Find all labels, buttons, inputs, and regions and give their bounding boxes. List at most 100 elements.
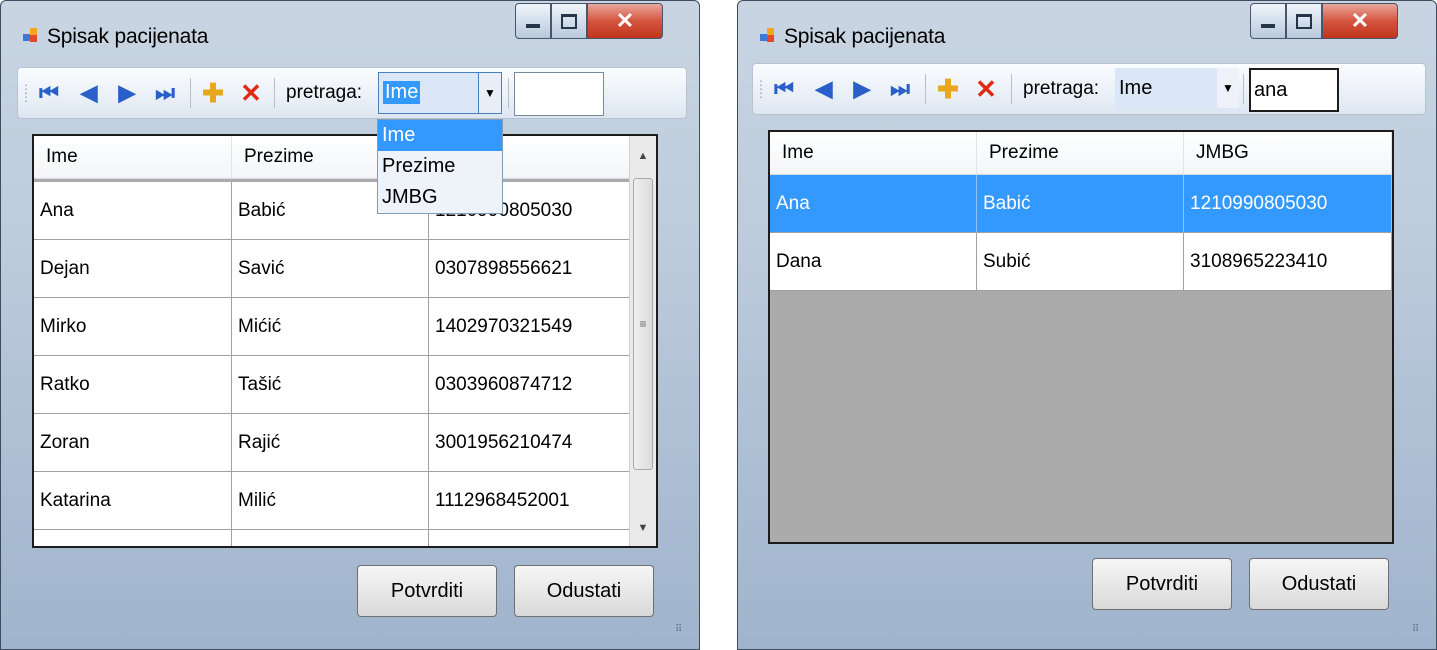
- column-header-ime[interactable]: Ime: [34, 136, 232, 178]
- confirm-button[interactable]: Potvrditi: [1092, 558, 1232, 610]
- combo-dropdown-list: Ime Prezime JMBG: [377, 119, 503, 214]
- table-row-selected[interactable]: Ana Babić 1210990805030: [770, 175, 1392, 233]
- left-window: Spisak pacijenata ✕ ⋮ ⋮ ⏮ ◀ ▶ ⏭ ✚ ✕ pretr…: [0, 0, 700, 650]
- cancel-button[interactable]: Odustati: [514, 565, 654, 617]
- table-row[interactable]: Mirko Mićić 1402970321549: [34, 298, 632, 356]
- column-header-jmbg[interactable]: JMBG: [1184, 132, 1392, 174]
- close-button[interactable]: ✕: [587, 3, 663, 39]
- table-row[interactable]: Zoran Rajić 3001956210474: [34, 414, 632, 472]
- table-row[interactable]: Ana Babić 1210990805030: [34, 182, 632, 240]
- patients-grid[interactable]: Ime Prezime JMBG Ana Babić 1210990805030…: [32, 134, 658, 548]
- toolbar-grip[interactable]: ⋮ ⋮: [20, 76, 32, 110]
- cell-ime[interactable]: Dana: [770, 233, 977, 291]
- search-label: pretraga:: [1023, 78, 1100, 99]
- add-new-icon[interactable]: ✚: [200, 76, 226, 110]
- maximize-icon: [561, 13, 577, 29]
- cell-jmbg[interactable]: 1210990805030: [1184, 175, 1392, 233]
- cell-jmbg[interactable]: 3001956210474: [429, 414, 632, 472]
- table-row[interactable]: Dejan Savić 0307898556621: [34, 240, 632, 298]
- delete-icon[interactable]: ✕: [238, 76, 264, 110]
- confirm-button[interactable]: Potvrditi: [357, 565, 497, 617]
- cell-ime[interactable]: Ana: [34, 182, 232, 240]
- minimize-button[interactable]: [515, 3, 551, 39]
- cell-jmbg[interactable]: 1112968452001: [429, 472, 632, 530]
- move-first-icon[interactable]: ⏮: [771, 72, 797, 106]
- add-new-icon[interactable]: ✚: [935, 72, 961, 106]
- grid-header: Ime Prezime JMBG: [34, 136, 632, 179]
- cell-ime[interactable]: Katarina: [34, 472, 232, 530]
- scroll-down-icon[interactable]: ▼: [630, 516, 656, 540]
- cell-ime[interactable]: Ana: [770, 175, 977, 233]
- cell-prezime[interactable]: Mićić: [232, 298, 429, 356]
- move-last-icon[interactable]: ⏭: [887, 72, 913, 106]
- move-previous-icon[interactable]: ◀: [76, 76, 102, 110]
- column-header-ime[interactable]: Ime: [770, 132, 977, 174]
- cell-jmbg[interactable]: 0307898556621: [429, 240, 632, 298]
- cell-jmbg[interactable]: [429, 530, 632, 546]
- toolbar-separator: [508, 78, 509, 108]
- caption-buttons: ✕: [515, 3, 663, 41]
- table-row[interactable]: Dana Subić 3108965223410: [770, 233, 1392, 291]
- cell-prezime[interactable]: Milić: [232, 472, 429, 530]
- cell-prezime[interactable]: Subić: [977, 233, 1184, 291]
- scroll-thumb[interactable]: ≡: [633, 178, 653, 470]
- cell-jmbg[interactable]: 3108965223410: [1184, 233, 1392, 291]
- move-previous-icon[interactable]: ◀: [811, 72, 837, 106]
- move-last-icon[interactable]: ⏭: [152, 76, 178, 110]
- close-button[interactable]: ✕: [1322, 3, 1398, 39]
- minimize-icon: [526, 24, 540, 28]
- cell-prezime[interactable]: Babić: [977, 175, 1184, 233]
- search-field-combo[interactable]: Ime ▼: [378, 72, 502, 114]
- table-row-partial[interactable]: [34, 530, 632, 546]
- scroll-up-icon[interactable]: ▲: [630, 144, 656, 168]
- cell-prezime[interactable]: Savić: [232, 240, 429, 298]
- cell-prezime[interactable]: Tašić: [232, 356, 429, 414]
- search-input[interactable]: ana: [1249, 68, 1339, 112]
- cell-ime[interactable]: Mirko: [34, 298, 232, 356]
- toolbar-separator: [1011, 74, 1012, 104]
- cell-ime[interactable]: [34, 530, 232, 546]
- move-first-icon[interactable]: ⏮: [36, 76, 62, 110]
- cell-ime[interactable]: Dejan: [34, 240, 232, 298]
- caption-buttons: ✕: [1250, 3, 1398, 41]
- title-bar[interactable]: Spisak pacijenata ✕: [1, 1, 699, 65]
- cancel-button[interactable]: Odustati: [1249, 558, 1389, 610]
- dropdown-option-jmbg[interactable]: JMBG: [378, 182, 502, 213]
- close-icon: ✕: [615, 8, 635, 33]
- chevron-down-icon[interactable]: ▼: [1217, 68, 1239, 108]
- chevron-down-icon[interactable]: ▼: [478, 73, 501, 113]
- title-bar[interactable]: Spisak pacijenata ✕: [738, 1, 1436, 65]
- maximize-button[interactable]: [551, 3, 587, 39]
- resize-grip-icon[interactable]: ⠿: [1412, 625, 1426, 641]
- table-row[interactable]: Ratko Tašić 0303960874712: [34, 356, 632, 414]
- cell-prezime[interactable]: [232, 530, 429, 546]
- vertical-scrollbar[interactable]: ▲ ≡ ▼: [629, 136, 656, 546]
- search-field-combo[interactable]: Ime ▼: [1115, 68, 1239, 110]
- table-row[interactable]: Katarina Milić 1112968452001: [34, 472, 632, 530]
- window-title: Spisak pacijenata: [784, 25, 946, 48]
- cell-ime[interactable]: Ratko: [34, 356, 232, 414]
- dropdown-option-ime[interactable]: Ime: [378, 120, 502, 151]
- app-icon: [760, 28, 776, 44]
- search-input-value: ana: [1254, 79, 1288, 101]
- toolbar-grip[interactable]: ⋮ ⋮: [755, 72, 767, 106]
- toolbar-separator: [274, 78, 275, 108]
- move-next-icon[interactable]: ▶: [849, 72, 875, 106]
- right-window: Spisak pacijenata ✕ ⋮ ⋮ ⏮ ◀ ▶ ⏭ ✚ ✕ pretr…: [737, 0, 1437, 650]
- cell-jmbg[interactable]: 1402970321549: [429, 298, 632, 356]
- dropdown-option-prezime[interactable]: Prezime: [378, 151, 502, 182]
- resize-grip-icon[interactable]: ⠿: [675, 625, 689, 641]
- column-header-prezime[interactable]: Prezime: [977, 132, 1184, 174]
- delete-icon[interactable]: ✕: [973, 72, 999, 106]
- close-icon: ✕: [1350, 8, 1370, 33]
- search-input[interactable]: [514, 72, 604, 116]
- minimize-button[interactable]: [1250, 3, 1286, 39]
- patients-grid[interactable]: Ime Prezime JMBG Ana Babić 1210990805030…: [768, 130, 1394, 544]
- move-next-icon[interactable]: ▶: [114, 76, 140, 110]
- cell-ime[interactable]: Zoran: [34, 414, 232, 472]
- cell-prezime[interactable]: Rajić: [232, 414, 429, 472]
- maximize-button[interactable]: [1286, 3, 1322, 39]
- combo-selected-value: Ime: [1119, 77, 1153, 99]
- cell-jmbg[interactable]: 0303960874712: [429, 356, 632, 414]
- window-title: Spisak pacijenata: [47, 25, 209, 48]
